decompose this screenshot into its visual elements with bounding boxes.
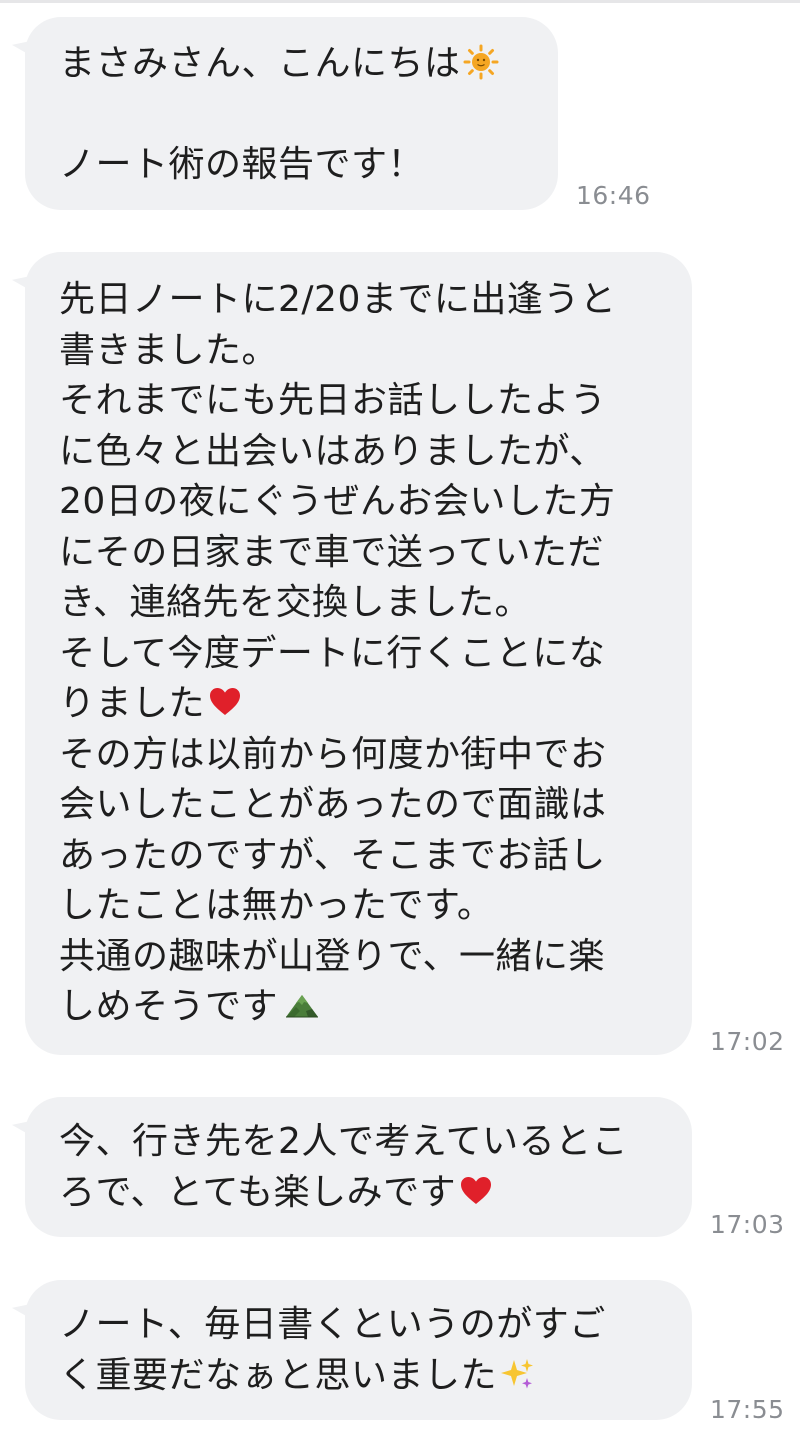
message-line: 今、行き先を2人で考えているとこ [59, 1121, 629, 1162]
heart-icon [210, 688, 241, 715]
message-bubble[interactable]: ノート、毎日書くというのがすご く重要だなぁと思いました [25, 1280, 692, 1420]
message-line-blank [59, 90, 530, 141]
message-line: ノート、毎日書くというのがすご [59, 1304, 606, 1345]
message-line: にその日家まで車で送っていただ [59, 531, 604, 573]
message-timestamp: 17:03 [710, 1210, 785, 1239]
message-line: に色々と出会いはありましたが、 [59, 430, 606, 472]
message-line: あったのですが、そこまでお話し [59, 834, 606, 876]
message-line: 先日ノートに2/20までに出逢うと [59, 279, 617, 320]
message-line: その方は以前から何度か街中でお [59, 733, 607, 775]
message-line: き、連絡先を交換しました。 [59, 582, 531, 623]
message-bubble[interactable]: まさみさん、こんにちは ノート術の報告です！ [25, 17, 558, 210]
message-line: く重要だなぁと思いました [59, 1351, 664, 1402]
message-bubble[interactable]: 今、行き先を2人で考えているとこ ろで、とても楽しみです [25, 1097, 692, 1237]
message-line: したことは無かったです。 [59, 885, 494, 926]
message-line: りました [59, 679, 664, 730]
message-line: それまでにも先日お話ししたよう [59, 380, 607, 421]
message-timestamp: 17:02 [710, 1027, 785, 1056]
message-line: しめそうです [59, 982, 664, 1033]
sparkles-icon [501, 1358, 534, 1388]
sun-icon [463, 44, 499, 80]
message-line: 会いしたことがあったので面識は [59, 784, 607, 825]
message-line: 共通の趣味が山登りで、一緒に楽 [59, 935, 606, 977]
message-line: そして今度デートに行くことにな [59, 632, 606, 674]
mountain-icon [286, 995, 319, 1018]
message-line: 20日の夜にぐうぜんお会いした方 [59, 481, 616, 522]
heart-icon [461, 1176, 492, 1204]
message-bubble[interactable]: 先日ノートに2/20までに出逢うと 書きました。 それまでにも先日お話ししたよう… [25, 252, 692, 1055]
message-line: ノート術の報告です！ [59, 144, 425, 185]
message-timestamp: 16:46 [576, 181, 651, 210]
message-line: まさみさん、こんにちは [59, 39, 530, 90]
message-line: ろで、とても楽しみです [59, 1168, 664, 1219]
top-divider [0, 0, 800, 3]
message-line: 書きました。 [59, 329, 279, 371]
message-timestamp: 17:55 [710, 1395, 785, 1424]
